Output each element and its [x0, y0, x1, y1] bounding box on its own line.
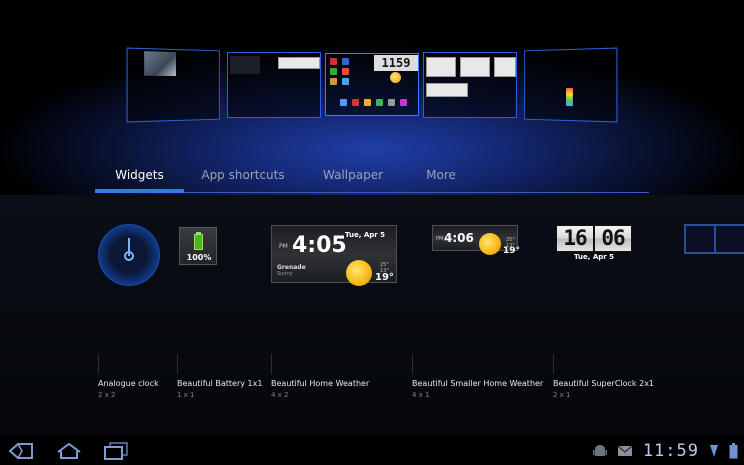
- widget-column-divider: [98, 354, 99, 374]
- app-icon: [330, 68, 337, 75]
- weather-meridiem: PM: [279, 243, 288, 250]
- browser-widget-thumbnail: [494, 57, 516, 77]
- widget-size-smaller-weather: 4 x 1: [412, 391, 430, 399]
- widget-size-home-weather: 4 x 2: [271, 391, 289, 399]
- widget-name-battery[interactable]: Beautiful Battery 1x1: [177, 379, 262, 388]
- weather-temperature: 19°: [503, 246, 521, 256]
- tab-more[interactable]: More: [413, 160, 469, 190]
- home-screen-preview-5[interactable]: [524, 47, 618, 123]
- weather-date: Tue, Apr 5: [345, 231, 386, 239]
- app-icon: [342, 58, 349, 65]
- weather-condition: Sunny: [277, 271, 293, 277]
- dock-app-icon: [352, 99, 359, 106]
- battery-widget-preview[interactable]: 100%: [179, 227, 217, 265]
- home-screen-preview-4[interactable]: [423, 52, 517, 118]
- weather-time: 4:05: [292, 233, 347, 258]
- dock-app-icon: [376, 99, 383, 106]
- browser-widget-thumbnail: [426, 83, 468, 97]
- dock-app-icon: [364, 99, 371, 106]
- weather-meridiem: PM: [436, 236, 444, 242]
- widget-size-superclock: 2 x 1: [553, 391, 571, 399]
- small-weather-widget-preview[interactable]: PM 4:06 25° 13° 19°: [432, 225, 520, 256]
- clock-hub: [124, 251, 134, 261]
- weather-temperature: 19°: [375, 272, 394, 283]
- widget-name-superclock[interactable]: Beautiful SuperClock 2x1: [553, 379, 654, 388]
- next-widget-preview[interactable]: [684, 224, 744, 254]
- home-screen-preview-1[interactable]: [126, 47, 220, 123]
- clock-widget-thumbnail: 1159: [374, 55, 418, 71]
- browser-widget-thumbnail: [426, 57, 456, 77]
- widget-divider: [714, 226, 716, 252]
- recent-apps-icon[interactable]: [103, 441, 129, 461]
- sun-icon: [479, 233, 501, 255]
- wifi-signal-icon: [710, 445, 718, 457]
- dock-app-icon: [340, 99, 347, 106]
- widget-column-divider: [271, 354, 272, 374]
- widget-column-divider: [412, 354, 413, 374]
- browser-widget-thumbnail: [278, 57, 320, 69]
- tab-widgets[interactable]: Widgets: [95, 160, 184, 190]
- customize-tabs: Widgets App shortcuts Wallpaper More: [95, 160, 649, 194]
- android-debug-icon: [592, 445, 607, 456]
- tab-app-shortcuts[interactable]: App shortcuts: [193, 160, 293, 190]
- weather-city: Grenade: [277, 264, 306, 271]
- weather-sun-icon: [390, 72, 401, 83]
- superclock-widget-preview[interactable]: 16 06 Tue, Apr 5: [556, 225, 632, 265]
- widget-thumbnail: [230, 56, 260, 74]
- superclock-date: Tue, Apr 5: [573, 253, 615, 261]
- widget-size-analogue-clock: 2 x 2: [98, 391, 116, 399]
- flip-clock-digits: 16 06: [556, 225, 632, 252]
- widget-column-divider: [553, 354, 554, 374]
- widget-column-divider: [177, 354, 178, 374]
- status-area[interactable]: 11:59: [592, 440, 738, 462]
- app-icon: [330, 58, 337, 65]
- home-screen-preview-2[interactable]: [227, 52, 321, 118]
- weather-time: 4:06: [444, 231, 474, 245]
- back-icon[interactable]: [8, 441, 34, 461]
- clock-minutes: 06: [595, 226, 631, 251]
- widget-size-battery: 1 x 1: [177, 391, 195, 399]
- dock-app-icon: [388, 99, 395, 106]
- tab-wallpaper[interactable]: Wallpaper: [313, 160, 393, 190]
- analogue-clock-widget-preview[interactable]: [98, 224, 160, 286]
- browser-widget-thumbnail: [460, 57, 490, 77]
- home-screen-preview-3[interactable]: 1159: [325, 53, 419, 116]
- home-screen-previews: 1159: [0, 0, 744, 130]
- battery-icon: [194, 234, 203, 250]
- app-icon: [342, 78, 349, 85]
- widget-name-smaller-weather[interactable]: Beautiful Smaller Home Weather: [412, 379, 543, 388]
- widget-name-home-weather[interactable]: Beautiful Home Weather: [271, 379, 369, 388]
- status-clock: 11:59: [642, 441, 699, 461]
- app-icon: [566, 87, 573, 107]
- sun-icon: [346, 260, 372, 286]
- photo-widget-thumbnail: [144, 51, 176, 77]
- email-icon: [617, 445, 633, 456]
- home-icon[interactable]: [56, 441, 82, 461]
- app-icon: [342, 68, 349, 75]
- battery-percent: 100%: [186, 253, 212, 262]
- home-weather-widget-preview[interactable]: PM 4:05 Tue, Apr 5 Grenade Sunny 25° 13°…: [271, 225, 397, 286]
- clock-hours: 16: [557, 226, 593, 251]
- widget-name-analogue-clock[interactable]: Analogue clock: [98, 379, 159, 388]
- battery-status-icon: [729, 443, 738, 459]
- dock-app-icon: [400, 99, 407, 106]
- app-icon: [330, 78, 337, 85]
